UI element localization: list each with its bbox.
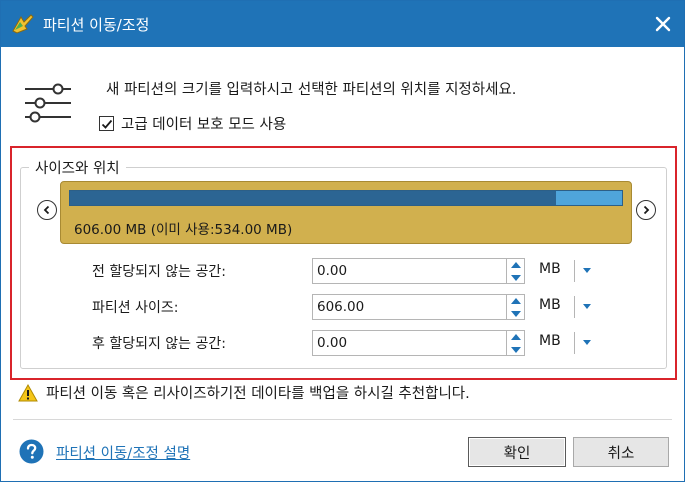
unit-separator bbox=[574, 332, 575, 354]
size-position-legend: 사이즈와 위치 bbox=[29, 157, 126, 178]
close-icon bbox=[655, 16, 671, 32]
backup-warning: 파티션 이동 혹은 리사이즈하기전 데이타를 백업을 하시길 추천합니다. bbox=[18, 382, 470, 403]
advanced-mode-checkbox[interactable] bbox=[99, 116, 114, 131]
sliders-icon bbox=[25, 83, 71, 123]
spin-down-button[interactable] bbox=[507, 308, 524, 320]
chevron-down-icon bbox=[583, 304, 591, 309]
field-row-after: 후 할당되지 않는 공간: MB bbox=[1, 330, 685, 356]
chevron-left-icon bbox=[43, 205, 50, 215]
chevron-right-icon bbox=[643, 205, 650, 215]
move-resize-app-icon bbox=[12, 14, 34, 34]
move-right-button[interactable] bbox=[636, 200, 656, 220]
unallocated-before-input[interactable] bbox=[312, 258, 507, 284]
chevron-down-icon bbox=[583, 340, 591, 345]
chevron-down-icon bbox=[583, 268, 591, 273]
unit-label: MB bbox=[539, 297, 561, 313]
unallocated-before-label: 전 할당되지 않는 공간: bbox=[92, 264, 226, 280]
instruction-text: 새 파티션의 크기를 입력하시고 선택한 파티션의 위치를 지정하세요. bbox=[106, 82, 517, 98]
warning-icon bbox=[18, 383, 38, 401]
help-icon[interactable] bbox=[19, 439, 44, 464]
help-link[interactable]: 파티션 이동/조정 설명 bbox=[56, 442, 190, 463]
arrow-up-icon bbox=[510, 262, 521, 268]
ok-button[interactable]: 확인 bbox=[468, 437, 566, 467]
unallocated-after-spinner[interactable] bbox=[507, 330, 525, 356]
move-left-button[interactable] bbox=[37, 200, 57, 220]
unit-label: MB bbox=[539, 333, 561, 349]
partition-size-spinner[interactable] bbox=[507, 294, 525, 320]
field-row-before: 전 할당되지 않는 공간: MB bbox=[1, 258, 685, 284]
unit-dropdown[interactable] bbox=[579, 299, 595, 315]
arrow-down-icon bbox=[510, 347, 521, 353]
advanced-mode-label: 고급 데이터 보호 모드 사용 bbox=[121, 117, 287, 133]
arrow-up-icon bbox=[510, 334, 521, 340]
usage-bar bbox=[69, 190, 623, 206]
partition-size-input[interactable] bbox=[312, 294, 507, 320]
spin-up-button[interactable] bbox=[507, 295, 524, 307]
partition-size-label: 파티션 사이즈: bbox=[92, 300, 179, 316]
partition-size-text: 606.00 MB (이미 사용:534.00 MB) bbox=[74, 222, 293, 238]
field-row-size: 파티션 사이즈: MB bbox=[1, 294, 685, 320]
arrow-down-icon bbox=[510, 275, 521, 281]
unit-separator bbox=[574, 296, 575, 318]
advanced-mode-option[interactable]: 고급 데이터 보호 모드 사용 bbox=[99, 113, 286, 134]
spin-up-button[interactable] bbox=[507, 259, 524, 271]
partition-block[interactable]: 606.00 MB (이미 사용:534.00 MB) bbox=[60, 181, 632, 244]
unit-dropdown[interactable] bbox=[579, 263, 595, 279]
arrow-up-icon bbox=[510, 298, 521, 304]
close-button[interactable] bbox=[646, 7, 680, 41]
cancel-button[interactable]: 취소 bbox=[573, 437, 669, 467]
unit-dropdown[interactable] bbox=[579, 335, 595, 351]
unallocated-after-input[interactable] bbox=[312, 330, 507, 356]
footer-divider bbox=[13, 419, 672, 420]
spin-down-button[interactable] bbox=[507, 344, 524, 356]
arrow-down-icon bbox=[510, 311, 521, 317]
usage-fill bbox=[70, 191, 557, 205]
title-bar[interactable]: 파티션 이동/조정 bbox=[1, 1, 684, 47]
spin-down-button[interactable] bbox=[507, 272, 524, 284]
warning-text: 파티션 이동 혹은 리사이즈하기전 데이타를 백업을 하시길 추천합니다. bbox=[46, 386, 470, 402]
unallocated-before-spinner[interactable] bbox=[507, 258, 525, 284]
unit-separator bbox=[574, 260, 575, 282]
spin-up-button[interactable] bbox=[507, 331, 524, 343]
window-title: 파티션 이동/조정 bbox=[43, 16, 150, 34]
dialog-window: 파티션 이동/조정 새 파티션의 크기를 입력하시고 선택한 파티션의 위치를 … bbox=[0, 0, 685, 482]
unallocated-after-label: 후 할당되지 않는 공간: bbox=[92, 336, 226, 352]
unit-label: MB bbox=[539, 261, 561, 277]
checkmark-icon bbox=[101, 119, 112, 129]
